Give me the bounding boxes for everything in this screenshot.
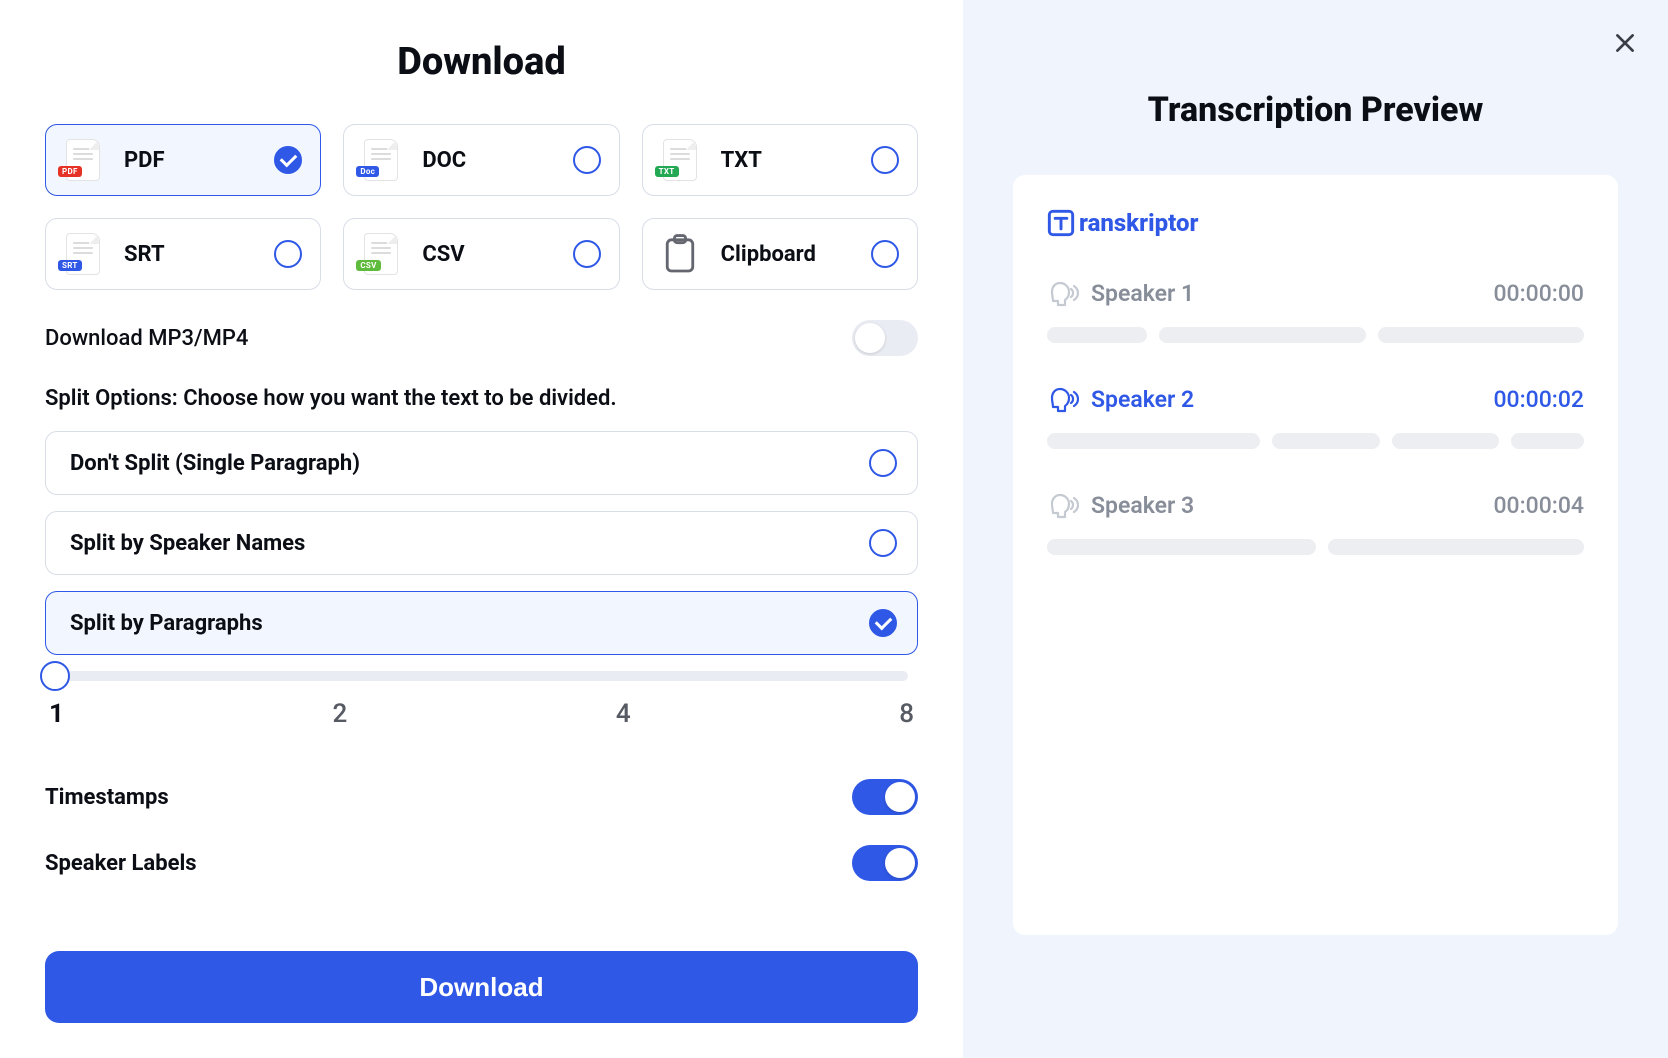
pdf-file-icon: PDF	[62, 139, 104, 181]
slider-tick: 1	[49, 699, 64, 729]
download-media-label: Download MP3/MP4	[45, 326, 248, 351]
radio-icon	[869, 449, 897, 477]
radio-icon	[573, 240, 601, 268]
head-voice-icon	[1047, 277, 1079, 309]
speaker-block: Speaker 3 00:00:04	[1047, 489, 1584, 555]
split-option-speaker[interactable]: Split by Speaker Names	[45, 511, 918, 575]
split-option-label: Don't Split (Single Paragraph)	[70, 451, 869, 476]
format-label: CSV	[422, 242, 572, 267]
doc-file-icon: Doc	[360, 139, 402, 181]
radio-icon	[871, 146, 899, 174]
split-option-label: Split by Paragraphs	[70, 611, 869, 636]
skeleton-row	[1047, 327, 1584, 343]
preview-panel: Transcription Preview ranskriptor Speake…	[963, 0, 1668, 1058]
speaker-time: 00:00:00	[1493, 280, 1584, 307]
speaker-header: Speaker 1 00:00:00	[1047, 277, 1584, 309]
skeleton-row	[1047, 433, 1584, 449]
speaker-header: Speaker 2 00:00:02	[1047, 383, 1584, 415]
speaker-block: Speaker 2 00:00:02	[1047, 383, 1584, 449]
timestamps-label: Timestamps	[45, 785, 169, 810]
slider-tick: 4	[616, 699, 631, 729]
slider-tick: 2	[333, 699, 348, 729]
split-option-label: Split by Speaker Names	[70, 531, 869, 556]
split-option-single[interactable]: Don't Split (Single Paragraph)	[45, 431, 918, 495]
timestamps-row: Timestamps	[45, 779, 918, 815]
head-voice-icon	[1047, 489, 1079, 521]
skeleton-bar	[1378, 327, 1584, 343]
format-label: DOC	[422, 148, 572, 173]
download-panel: Download PDF PDF Doc DOC TXT TX	[0, 0, 963, 1058]
format-label: PDF	[124, 148, 274, 173]
speaker-time: 00:00:02	[1493, 386, 1584, 413]
speaker-block: Speaker 1 00:00:00	[1047, 277, 1584, 343]
format-label: TXT	[721, 148, 871, 173]
preview-title: Transcription Preview	[993, 90, 1638, 130]
timestamps-toggle[interactable]	[852, 779, 918, 815]
slider-tick: 8	[899, 699, 914, 729]
download-media-row: Download MP3/MP4	[45, 320, 918, 356]
format-grid: PDF PDF Doc DOC TXT TXT	[45, 124, 918, 290]
radio-icon	[869, 529, 897, 557]
close-icon[interactable]	[1612, 30, 1638, 60]
radio-icon	[573, 146, 601, 174]
radio-icon	[871, 240, 899, 268]
format-label: SRT	[124, 242, 274, 267]
toggle-knob	[855, 323, 885, 353]
skeleton-bar	[1047, 433, 1260, 449]
speaker-left: Speaker 3	[1047, 489, 1194, 521]
skeleton-bar	[1272, 433, 1379, 449]
slider-ticks: 1 2 4 8	[45, 699, 918, 729]
speaker-name: Speaker 1	[1091, 280, 1194, 307]
skeleton-bar	[1328, 539, 1584, 555]
skeleton-bar	[1392, 433, 1499, 449]
format-option-srt[interactable]: SRT SRT	[45, 218, 321, 290]
speaker-labels-row: Speaker Labels	[45, 845, 918, 881]
speaker-time: 00:00:04	[1493, 492, 1584, 519]
brand-logo: ranskriptor	[1047, 209, 1584, 237]
format-option-doc[interactable]: Doc DOC	[343, 124, 619, 196]
srt-file-icon: SRT	[62, 233, 104, 275]
radio-icon	[274, 240, 302, 268]
format-option-pdf[interactable]: PDF PDF	[45, 124, 321, 196]
format-option-csv[interactable]: CSV CSV	[343, 218, 619, 290]
speaker-header: Speaker 3 00:00:04	[1047, 489, 1584, 521]
split-option-paragraphs[interactable]: Split by Paragraphs	[45, 591, 918, 655]
slider-track[interactable]	[55, 671, 908, 681]
skeleton-row	[1047, 539, 1584, 555]
radio-checked-icon	[869, 609, 897, 637]
format-option-clipboard[interactable]: Clipboard	[642, 218, 918, 290]
skeleton-bar	[1511, 433, 1584, 449]
toggle-knob	[885, 848, 915, 878]
skeleton-bar	[1047, 327, 1147, 343]
preview-card: ranskriptor Speaker 1 00:00:00 Speaker 2 0…	[1013, 175, 1618, 935]
speaker-name: Speaker 3	[1091, 492, 1194, 519]
radio-checked-icon	[274, 146, 302, 174]
speaker-labels-toggle[interactable]	[852, 845, 918, 881]
txt-file-icon: TXT	[659, 139, 701, 181]
clipboard-icon	[659, 233, 701, 275]
skeleton-bar	[1047, 539, 1316, 555]
toggle-knob	[885, 782, 915, 812]
page-title: Download	[45, 40, 918, 84]
download-button[interactable]: Download	[45, 951, 918, 1023]
skeleton-bar	[1159, 327, 1365, 343]
format-option-txt[interactable]: TXT TXT	[642, 124, 918, 196]
speaker-labels-label: Speaker Labels	[45, 851, 197, 876]
speaker-left: Speaker 1	[1047, 277, 1194, 309]
paragraph-slider: 1 2 4 8	[45, 671, 918, 729]
speaker-left: Speaker 2	[1047, 383, 1194, 415]
slider-thumb[interactable]	[40, 661, 70, 691]
download-media-toggle[interactable]	[852, 320, 918, 356]
brand-text: ranskriptor	[1079, 209, 1198, 237]
format-label: Clipboard	[721, 242, 871, 267]
speaker-name: Speaker 2	[1091, 386, 1194, 413]
transkriptor-logo-icon	[1047, 209, 1075, 237]
head-voice-icon	[1047, 383, 1079, 415]
split-options-heading: Split Options: Choose how you want the t…	[45, 386, 918, 411]
csv-file-icon: CSV	[360, 233, 402, 275]
